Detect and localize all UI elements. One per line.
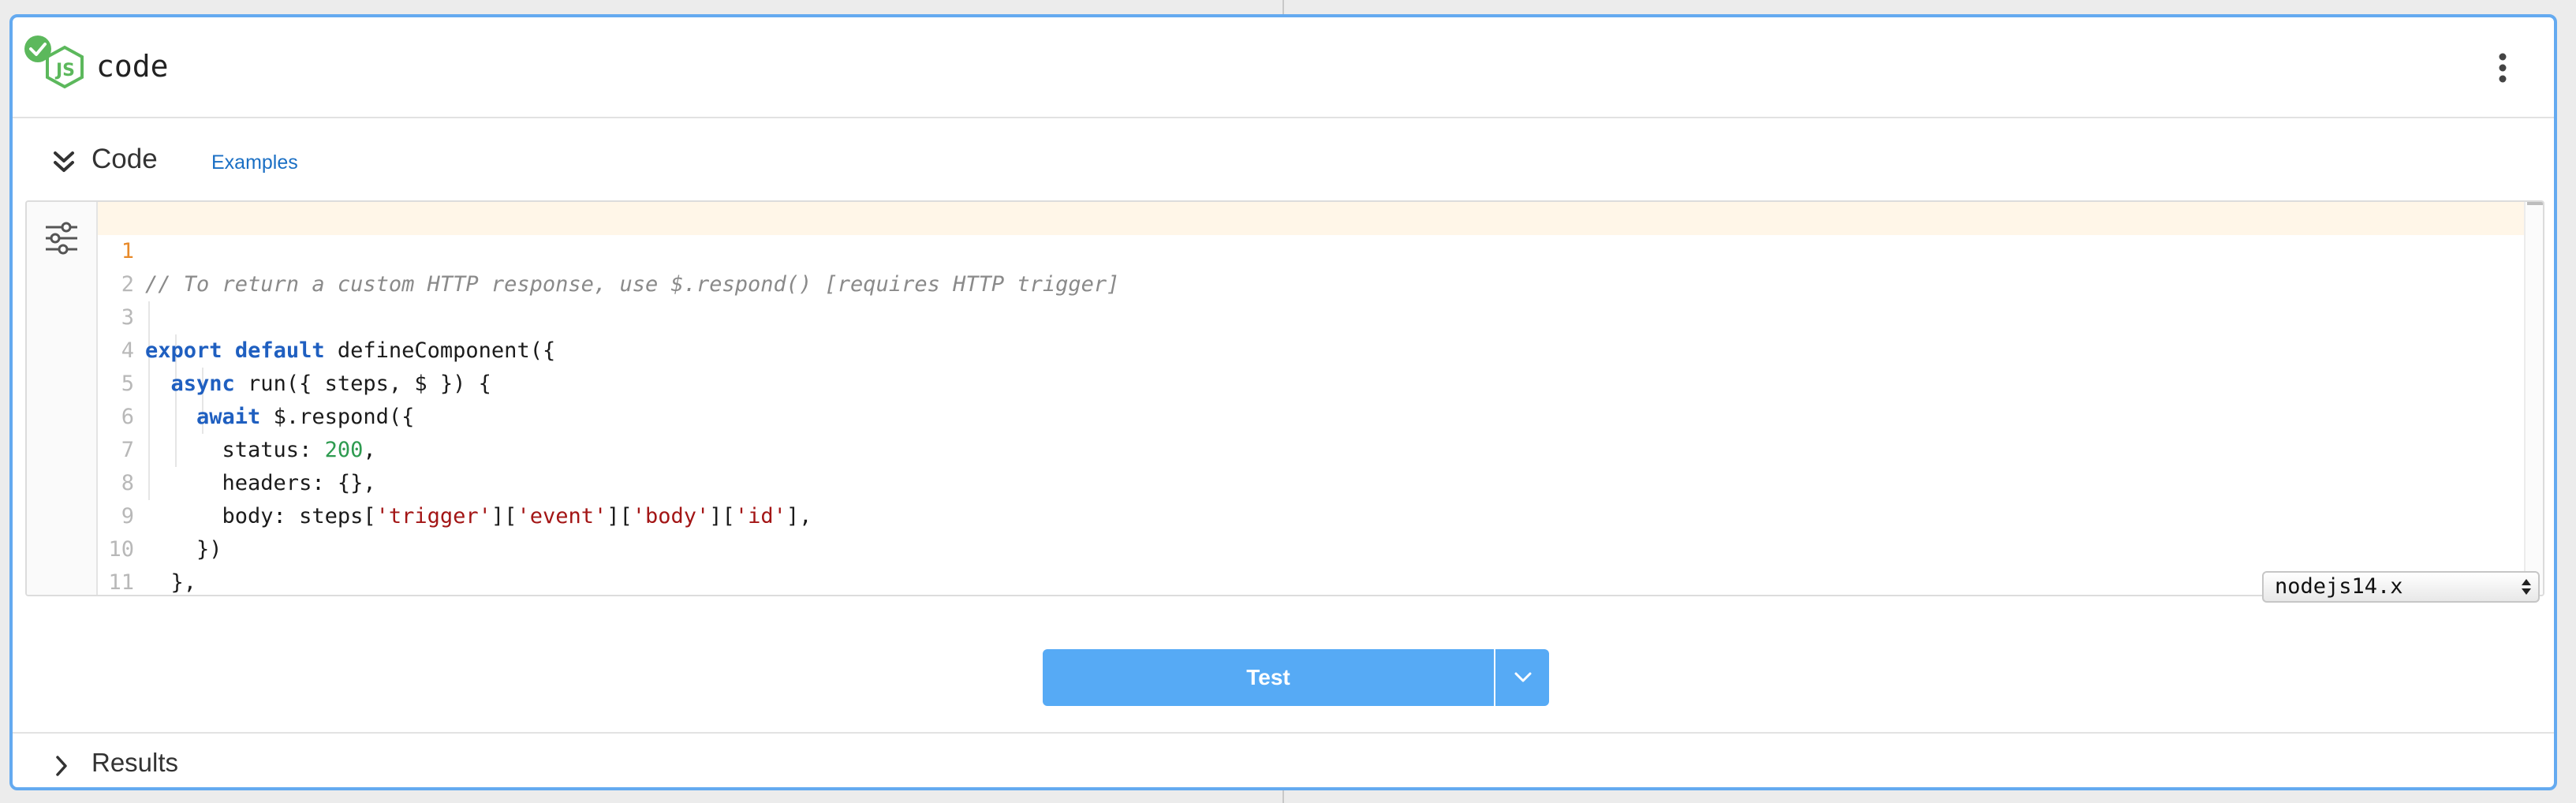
code-editor[interactable]: 1 // To return a custom HTTP response, u… <box>25 200 2544 596</box>
double-chevron-down-icon[interactable] <box>44 144 84 183</box>
code-line: 3 export default defineComponent({ <box>98 268 2524 363</box>
code-section-label: Code <box>91 144 158 174</box>
code-line: 9 }) <box>98 467 2524 562</box>
code-line: 2 <box>98 235 2524 297</box>
code-line: 1 // To return a custom HTTP response, u… <box>98 202 2524 297</box>
step-card: JS code Code Examples 1 // To return a c… <box>9 14 2557 790</box>
editor-scrollbar[interactable] <box>2524 202 2543 595</box>
scrollbar-marker <box>2527 202 2543 205</box>
more-options-icon[interactable] <box>2491 50 2514 85</box>
runtime-value: nodejs14.x <box>2275 574 2403 599</box>
code-line: 12 <box>98 566 2524 595</box>
check-circle-icon <box>24 35 51 62</box>
code-line: 5 await $.respond({ <box>98 334 2524 429</box>
svg-text:JS: JS <box>54 61 75 80</box>
sliders-icon[interactable] <box>43 219 80 257</box>
code-line: 6 status: 200, <box>98 368 2524 462</box>
code-line: 11 }) <box>98 533 2524 595</box>
results-section[interactable]: Results <box>13 732 2554 787</box>
runtime-select[interactable]: nodejs14.x <box>2262 571 2540 603</box>
select-arrows-icon <box>2522 579 2531 595</box>
test-button[interactable]: Test <box>1043 649 1495 706</box>
editor-sidebar <box>27 202 98 595</box>
step-title[interactable]: code <box>96 49 169 84</box>
code-line: 10 }, <box>98 500 2524 595</box>
code-line: 7 headers: {}, <box>98 401 2524 495</box>
chevron-down-icon[interactable] <box>1497 649 1549 706</box>
examples-link[interactable]: Examples <box>211 151 298 174</box>
chevron-right-icon[interactable] <box>52 754 71 778</box>
code-line: 4 async run({ steps, $ }) { <box>98 301 2524 396</box>
step-header: JS code <box>13 17 2554 118</box>
code-area[interactable]: 1 // To return a custom HTTP response, u… <box>98 202 2524 595</box>
test-button-group: Test <box>1043 649 1549 706</box>
results-label: Results <box>91 748 179 777</box>
nodejs-icon: JS <box>24 35 84 89</box>
code-line: 8 body: steps['trigger']['event']['body'… <box>98 434 2524 528</box>
